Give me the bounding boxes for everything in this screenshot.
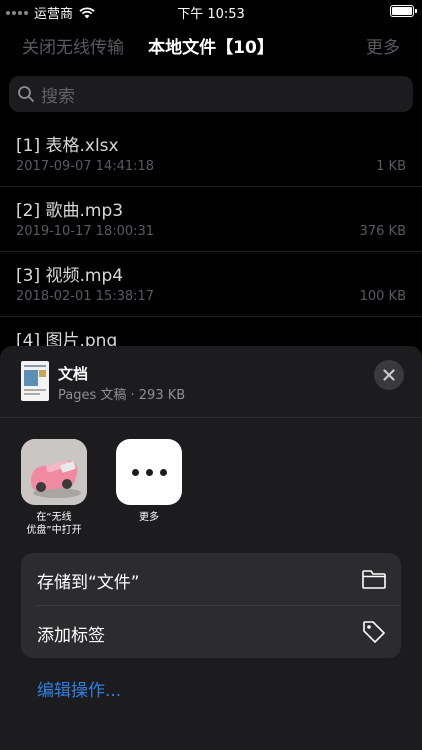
ellipsis-icon: [131, 468, 167, 476]
list-item[interactable]: [2] 歌曲.mp3 2019-10-17 18:00:31 376 KB: [0, 187, 422, 252]
page-title: 本地文件【10】: [148, 38, 274, 58]
file-name: [1] 表格.xlsx: [16, 136, 119, 156]
share-sheet: 文档 Pages 文稿 · 293 KB 在“无线 优盘”中打开 更多 存储到“…: [0, 346, 422, 750]
open-in-wireless-drive-button[interactable]: [21, 439, 87, 505]
app-label: 在“无线 优盘”中打开: [26, 512, 82, 536]
search-input[interactable]: 搜索: [9, 76, 413, 112]
folder-icon: [362, 570, 386, 589]
close-button[interactable]: [374, 360, 404, 390]
status-time: 下午 10:53: [177, 7, 245, 22]
file-date: 2018-02-01 15:38:17: [16, 289, 155, 304]
battery-icon: [390, 5, 417, 17]
file-size: 100 KB: [359, 289, 406, 304]
search-icon: [18, 86, 34, 102]
file-name: [2] 歌曲.mp3: [16, 201, 124, 221]
action-label: 存储到“文件”: [37, 573, 140, 593]
add-tag-button[interactable]: 添加标签: [21, 606, 401, 658]
close-icon: [383, 369, 395, 381]
search-placeholder: 搜索: [41, 86, 75, 107]
more-button[interactable]: 更多: [366, 33, 400, 58]
action-label: 添加标签: [37, 626, 105, 646]
file-date: 2017-09-07 14:41:18: [16, 159, 155, 174]
document-subtitle: Pages 文稿 · 293 KB: [58, 388, 186, 403]
more-apps-button[interactable]: [116, 439, 182, 505]
file-date: 2019-10-17 18:00:31: [16, 224, 155, 239]
nav-bar: 关闭无线传输 本地文件【10】 更多: [0, 22, 422, 66]
save-to-files-button[interactable]: 存储到“文件”: [21, 553, 401, 605]
list-item[interactable]: [3] 视频.mp4 2018-02-01 15:38:17 100 KB: [0, 252, 422, 317]
document-title: 文档: [58, 365, 89, 383]
action-group: 存储到“文件” 添加标签: [21, 553, 401, 658]
document-thumbnail: [21, 361, 49, 401]
usb-drive-app-icon: [21, 439, 87, 505]
status-bar: 运营商 下午 10:53: [0, 0, 422, 22]
edit-actions-link[interactable]: 编辑操作...: [37, 676, 121, 701]
file-size: 376 KB: [359, 224, 406, 239]
app-label: 更多: [139, 512, 159, 523]
share-sheet-header: 文档 Pages 文稿 · 293 KB: [0, 346, 422, 418]
file-name: [3] 视频.mp4: [16, 266, 124, 286]
file-size: 1 KB: [376, 159, 406, 174]
tag-icon: [363, 621, 385, 643]
list-item[interactable]: [1] 表格.xlsx 2017-09-07 14:41:18 1 KB: [0, 122, 422, 187]
